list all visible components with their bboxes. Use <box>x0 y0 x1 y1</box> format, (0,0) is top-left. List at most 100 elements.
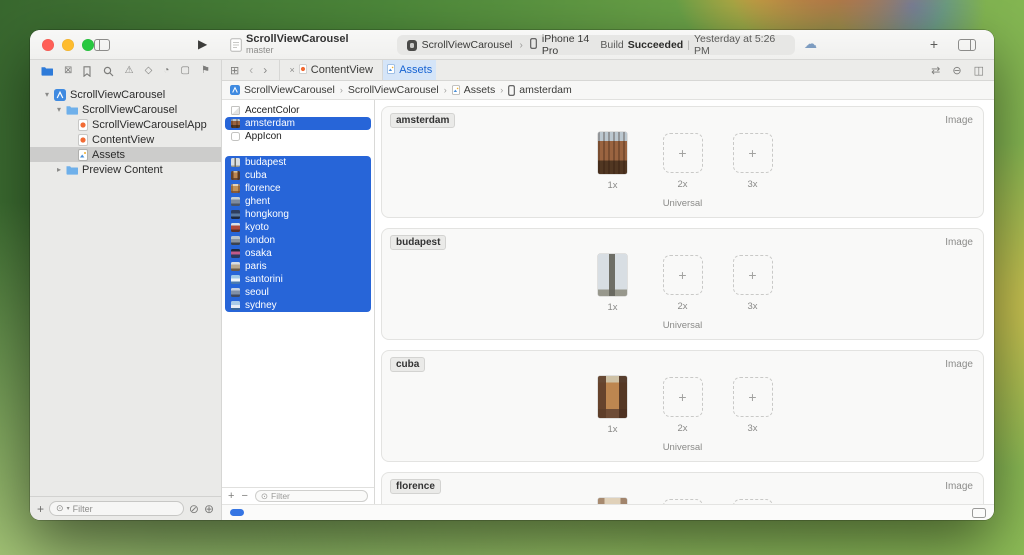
tree-item-assets-selected[interactable]: Assets <box>30 147 221 162</box>
asset-slot-2x[interactable]: + <box>663 133 703 173</box>
navigator-sidebar: ⊠ ⚠ ◇ ◔ ▢ ⚑ ▾ <box>30 60 222 520</box>
breadcrumb-asset-amsterdam[interactable]: amsterdam <box>508 84 572 96</box>
asset-image-1x[interactable] <box>598 376 627 418</box>
device-view-toggle-icon[interactable] <box>972 508 986 518</box>
asset-slot-2x[interactable]: + <box>663 499 703 504</box>
asset-list-item-santorini[interactable]: santorini <box>225 273 371 286</box>
activity-status-bar[interactable]: ScrollViewCarousel › iPhone 14 Pro Build… <box>397 35 795 55</box>
asset-list-item-seoul[interactable]: seoul <box>225 286 371 299</box>
related-items-icon[interactable]: ⇄ <box>931 64 940 77</box>
build-divider: | <box>687 39 690 51</box>
tree-item-label: Preview Content <box>82 164 163 176</box>
breadcrumb-group[interactable]: ScrollViewCarousel <box>348 84 439 96</box>
source-control-filter-icon[interactable]: ⊕ <box>204 502 214 516</box>
image-thumb-icon <box>231 171 240 180</box>
editor-scroll-area[interactable]: amsterdam Image 1x + 2x <box>375 100 994 504</box>
breakpoints-navigator-icon[interactable]: ▢ <box>180 66 189 76</box>
run-button[interactable]: ▶ <box>198 37 207 51</box>
image-thumb-icon <box>231 288 240 297</box>
asset-list-item-accentcolor[interactable]: AccentColor <box>225 104 371 117</box>
scroll-indicator[interactable] <box>230 509 244 516</box>
disclosure-triangle[interactable]: ▾ <box>54 105 64 114</box>
asset-list-item-cuba[interactable]: cuba <box>225 169 371 182</box>
asset-list-item-ghent[interactable]: ghent <box>225 195 371 208</box>
go-forward-icon[interactable]: › <box>263 63 267 77</box>
tree-item-contentview[interactable]: ContentView <box>30 132 221 147</box>
plus-icon: + <box>678 389 686 405</box>
minimize-window-button[interactable] <box>62 39 74 51</box>
source-control-navigator-icon[interactable]: ⊠ <box>64 66 72 76</box>
add-file-button[interactable]: + <box>37 502 44 516</box>
zoom-window-button[interactable] <box>82 39 94 51</box>
asset-name-chip: budapest <box>390 235 446 250</box>
asset-catalog-icon <box>78 149 88 161</box>
asset-list-item-sydney[interactable]: sydney <box>225 299 371 312</box>
add-editor-icon[interactable]: ◫ <box>974 64 984 77</box>
tree-item-group[interactable]: ▾ ScrollViewCarousel <box>30 102 221 117</box>
filter-placeholder: Filter <box>73 504 93 514</box>
asset-section-amsterdam: amsterdam Image 1x + 2x <box>381 106 984 218</box>
asset-slot-3x[interactable]: + <box>733 377 773 417</box>
breadcrumb-project[interactable]: ScrollViewCarousel <box>230 84 335 96</box>
tab-overview-icon[interactable]: ⊞ <box>230 64 239 77</box>
find-navigator-icon[interactable] <box>103 66 114 77</box>
asset-filter-field[interactable]: ⊙ Filter <box>255 490 368 502</box>
add-library-button[interactable]: + <box>930 36 938 52</box>
issues-navigator-icon[interactable]: ⚠ <box>125 66 134 76</box>
chevron-separator: › <box>439 85 452 95</box>
minimap-options-icon[interactable]: ⊖ <box>952 64 961 77</box>
asset-name-chip: florence <box>390 479 441 494</box>
plus-icon: + <box>678 267 686 283</box>
asset-list-item-florence[interactable]: florence <box>225 182 371 195</box>
asset-list-item-budapest[interactable]: budapest <box>225 156 371 169</box>
asset-image-1x[interactable] <box>598 132 627 174</box>
asset-list-item-hongkong[interactable]: hongkong <box>225 208 371 221</box>
tree-item-app-file[interactable]: ScrollViewCarouselApp <box>30 117 221 132</box>
asset-slot-2x[interactable]: + <box>663 255 703 295</box>
close-tab-icon[interactable]: × <box>290 65 295 75</box>
run-destination[interactable]: ScrollViewCarousel › iPhone 14 Pro <box>407 33 600 57</box>
editor-layout-icon[interactable] <box>958 39 976 51</box>
asset-list-item-kyoto[interactable]: kyoto <box>225 221 371 234</box>
asset-image-1x[interactable] <box>598 254 627 296</box>
disclosure-triangle[interactable]: ▾ <box>42 90 52 99</box>
breadcrumb-assets[interactable]: Assets <box>452 84 496 96</box>
asset-image-1x[interactable] <box>598 498 627 504</box>
close-window-button[interactable] <box>42 39 54 51</box>
debug-navigator-icon[interactable]: ◔ <box>163 66 169 76</box>
folder-icon <box>66 105 78 115</box>
disclosure-triangle[interactable]: ▸ <box>54 165 64 174</box>
tree-item-label: ScrollViewCarousel <box>70 89 165 101</box>
image-thumb-icon <box>231 275 240 284</box>
asset-list-item-amsterdam[interactable]: amsterdam <box>225 117 371 130</box>
asset-list-item-paris[interactable]: paris <box>225 260 371 273</box>
tab-assets-active[interactable]: Assets <box>383 60 436 80</box>
tree-item-preview-content[interactable]: ▸ Preview Content <box>30 162 221 177</box>
tab-contentview[interactable]: × ContentView <box>279 60 383 80</box>
remove-asset-button[interactable]: − <box>241 491 247 502</box>
go-back-icon[interactable]: ‹ <box>249 63 253 77</box>
active-scheme-block[interactable]: ScrollViewCarousel master <box>246 34 349 55</box>
tree-item-project[interactable]: ▾ ScrollViewCarousel <box>30 87 221 102</box>
bookmarks-navigator-icon[interactable] <box>83 66 91 77</box>
asset-slot-3x[interactable]: + <box>733 255 773 295</box>
cloud-status-icon: ☁ <box>804 36 817 52</box>
recent-files-filter-icon[interactable]: ⊘ <box>189 502 199 516</box>
asset-slot-2x[interactable]: + <box>663 377 703 417</box>
asset-slot-3x[interactable]: + <box>733 499 773 504</box>
reports-navigator-icon[interactable]: ⚑ <box>201 66 210 76</box>
project-navigator-icon[interactable] <box>41 66 53 76</box>
toggle-navigator-icon[interactable] <box>94 39 110 51</box>
navigator-filter-field[interactable]: ⊙ ▾ Filter <box>49 501 184 516</box>
asset-slot-3x[interactable]: + <box>733 133 773 173</box>
add-asset-button[interactable]: + <box>228 491 234 502</box>
asset-list-item-osaka[interactable]: osaka <box>225 247 371 260</box>
tests-navigator-icon[interactable]: ◇ <box>145 66 153 76</box>
asset-list: AccentColor amsterdam AppIcon <box>222 100 374 487</box>
swift-file-icon <box>299 64 307 77</box>
traffic-lights <box>42 39 94 51</box>
asset-list-item-appicon[interactable]: AppIcon <box>225 130 371 143</box>
list-group-spacer <box>222 143 374 156</box>
asset-list-item-london[interactable]: london <box>225 234 371 247</box>
chevron-down-icon: ▾ <box>67 505 70 512</box>
